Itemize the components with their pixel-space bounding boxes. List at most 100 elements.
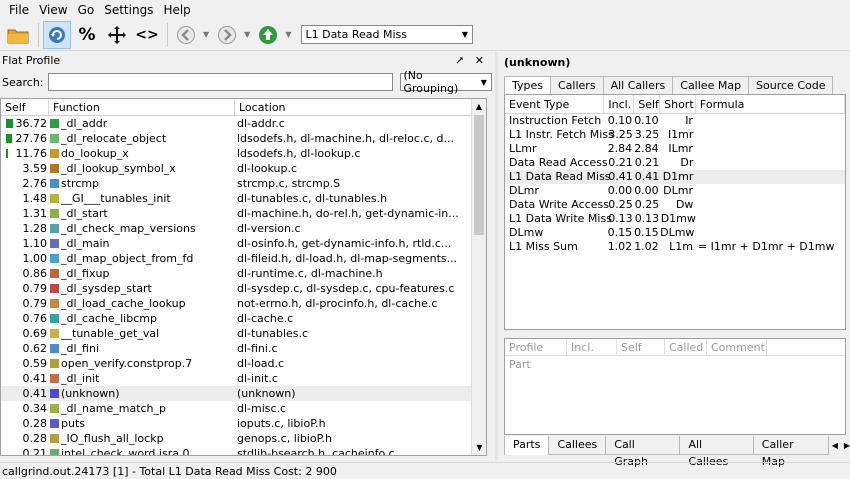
tab-source-code[interactable]: Source Code — [748, 76, 834, 94]
up-icon[interactable] — [254, 21, 282, 49]
column-comment[interactable]: Comment — [707, 339, 767, 355]
move-icon[interactable] — [103, 21, 131, 49]
reload-icon[interactable] — [43, 20, 71, 49]
chevron-down-icon: ▼ — [461, 30, 469, 39]
table-row[interactable]: 0.41 _dl_init dl-init.c — [1, 371, 486, 386]
event-incl-cell: 0.41 — [608, 170, 633, 183]
column-profile-part[interactable]: Profile Part — [505, 339, 567, 371]
chevron-down-icon[interactable]: ▼ — [285, 30, 291, 39]
table-row[interactable]: 2.76 strcmp strcmp.c, strcmp.S — [1, 176, 486, 191]
location-cell: dl-version.c — [237, 222, 301, 235]
column-self[interactable]: Self — [1, 99, 49, 115]
menu-settings[interactable]: Settings — [99, 3, 158, 17]
location-cell: stdlib-bsearch.h, cacheinfo.c — [237, 447, 395, 456]
scroll-down-icon[interactable]: ▼ — [472, 440, 486, 455]
table-row[interactable]: 0.62 _dl_fini dl-fini.c — [1, 341, 486, 356]
tab-types[interactable]: Types — [504, 76, 551, 95]
event-row[interactable]: L1 Data Read Miss 0.41 0.41 D1mr — [505, 170, 845, 184]
column-formula[interactable]: Formula — [696, 95, 845, 113]
table-row[interactable]: 0.79 _dl_load_cache_lookup not-errno.h, dl… — [1, 296, 486, 311]
tab-callees[interactable]: Callees — [548, 436, 607, 455]
column-self[interactable]: Self — [634, 95, 661, 113]
tab-all-callers[interactable]: All Callers — [602, 76, 674, 94]
column-event-type[interactable]: Event Type — [505, 95, 605, 113]
table-row[interactable]: 11.76 do_lookup_x ldsodefs.h, dl-lookup.c — [1, 146, 486, 161]
bottom-tabs: Parts Callees Call Graph All Callees Cal… — [504, 436, 850, 468]
tab-parts[interactable]: Parts — [504, 436, 550, 455]
menu-help[interactable]: Help — [158, 3, 195, 17]
table-row[interactable]: 1.28 _dl_check_map_versions dl-version.c — [1, 221, 486, 236]
chevron-down-icon[interactable]: ▼ — [203, 30, 209, 39]
function-cell: _IO_flush_all_lockp — [49, 431, 235, 446]
event-row[interactable]: DLmr 0.00 0.00 DLmr — [505, 184, 845, 198]
back-icon[interactable] — [172, 21, 200, 49]
self-cell: 2.76 — [1, 176, 49, 191]
table-row[interactable]: 0.21 intel_check_word.isra.0 stdlib-bsearc… — [1, 446, 486, 456]
table-row[interactable]: 1.31 _dl_start dl-machine.h, do-rel.h, get… — [1, 206, 486, 221]
table-row[interactable]: 1.10 _dl_main dl-osinfo.h, get-dynamic-inf… — [1, 236, 486, 251]
menu-view[interactable]: View — [34, 3, 72, 17]
vertical-scrollbar[interactable]: ▲ ▼ — [471, 99, 486, 455]
column-function[interactable]: Function — [49, 99, 235, 115]
event-name-cell: L1 Data Read Miss — [509, 170, 611, 183]
table-row[interactable]: 0.76 _dl_cache_libcmp dl-cache.c — [1, 311, 486, 326]
column-incl[interactable]: Incl. — [567, 339, 617, 355]
grouping-select[interactable]: (No Grouping) ▼ — [399, 69, 492, 95]
tab-all-callees[interactable]: All Callees — [679, 436, 754, 468]
table-row[interactable]: 36.72 _dl_addr dl-addr.c — [1, 116, 486, 131]
event-row[interactable]: Instruction Fetch 0.10 0.10 Ir — [505, 114, 845, 128]
table-row[interactable]: 0.79 _dl_sysdep_start dl-sysdep.c, dl-sysd… — [1, 281, 486, 296]
column-incl[interactable]: Incl. — [604, 95, 635, 113]
splitter[interactable] — [495, 52, 498, 460]
column-called[interactable]: Called — [665, 339, 707, 355]
event-row[interactable]: L1 Instr. Fetch Miss 3.25 3.25 I1mr — [505, 128, 845, 142]
event-type-select[interactable]: L1 Data Read Miss ▼ — [301, 25, 474, 44]
self-cell: 0.79 — [1, 281, 49, 296]
self-cell: 0.76 — [1, 311, 49, 326]
tab-callee-map[interactable]: Callee Map — [672, 76, 750, 94]
open-folder-icon[interactable] — [4, 21, 32, 49]
event-row[interactable]: LLmr 2.84 2.84 ILmr — [505, 142, 845, 156]
table-row[interactable]: 27.76 _dl_relocate_object ldsodefs.h, dl-m… — [1, 131, 486, 146]
event-row[interactable]: L1 Miss Sum 1.02 1.02 L1m = I1mr + D1mr + D1… — [505, 240, 845, 254]
menu-file[interactable]: File — [4, 3, 34, 17]
forward-icon[interactable] — [213, 21, 241, 49]
table-row[interactable]: 0.41 (unknown) (unknown) — [1, 386, 486, 401]
scroll-thumb[interactable] — [474, 115, 484, 235]
tab-callers[interactable]: Callers — [550, 76, 604, 94]
dock-buttons[interactable]: ⭧ ✕ — [456, 54, 488, 68]
table-row[interactable]: 0.59 open_verify.constprop.7 dl-load.c — [1, 356, 486, 371]
table-row[interactable]: 0.28 puts ioputs.c, libioP.h — [1, 416, 486, 431]
column-location[interactable]: Location — [235, 99, 472, 115]
menu-go[interactable]: Go — [73, 3, 100, 17]
chevron-right-icon[interactable]: ▶ — [844, 441, 850, 450]
table-row[interactable]: 1.00 _dl_map_object_from_fd dl-fileid.h, d… — [1, 251, 486, 266]
table-row[interactable]: 0.69 __tunable_get_val dl-tunables.c — [1, 326, 486, 341]
event-row[interactable]: DLmw 0.15 0.15 DLmw — [505, 226, 845, 240]
table-row[interactable]: 1.48 __GI___tunables_init dl-tunables.c, d… — [1, 191, 486, 206]
event-name-cell: Data Write Access — [509, 198, 609, 211]
search-input[interactable] — [47, 73, 393, 91]
event-row[interactable]: Data Write Access 0.25 0.25 Dw — [505, 198, 845, 212]
chevron-left-icon[interactable]: ◀ — [832, 441, 838, 450]
function-cell: (unknown) — [49, 386, 235, 401]
scroll-up-icon[interactable]: ▲ — [472, 99, 486, 114]
chevron-down-icon[interactable]: ▼ — [244, 30, 250, 39]
tab-caller-map[interactable]: Caller Map — [752, 436, 829, 468]
code-button[interactable]: <> — [133, 21, 161, 49]
table-row[interactable]: 3.59 _dl_lookup_symbol_x dl-lookup.c — [1, 161, 486, 176]
column-short[interactable]: Short — [660, 95, 696, 113]
tab-call-graph[interactable]: Call Graph — [605, 436, 681, 468]
function-cell: _dl_fixup — [49, 266, 235, 281]
event-short-cell: Dw — [675, 198, 694, 211]
table-row[interactable]: 0.34 _dl_name_match_p dl-misc.c — [1, 401, 486, 416]
table-row[interactable]: 0.86 _dl_fixup dl-runtime.c, dl-machine.h — [1, 266, 486, 281]
column-self[interactable]: Self — [617, 339, 665, 355]
color-swatch-icon — [50, 419, 59, 428]
event-row[interactable]: L1 Data Write Miss 0.13 0.13 D1mw — [505, 212, 845, 226]
color-swatch-icon — [50, 299, 59, 308]
percent-button[interactable]: % — [73, 21, 101, 49]
table-row[interactable]: 0.28 _IO_flush_all_lockp genops.c, libioP.… — [1, 431, 486, 446]
event-row[interactable]: Data Read Access 0.21 0.21 Dr — [505, 156, 845, 170]
self-value: 0.69 — [22, 327, 48, 340]
